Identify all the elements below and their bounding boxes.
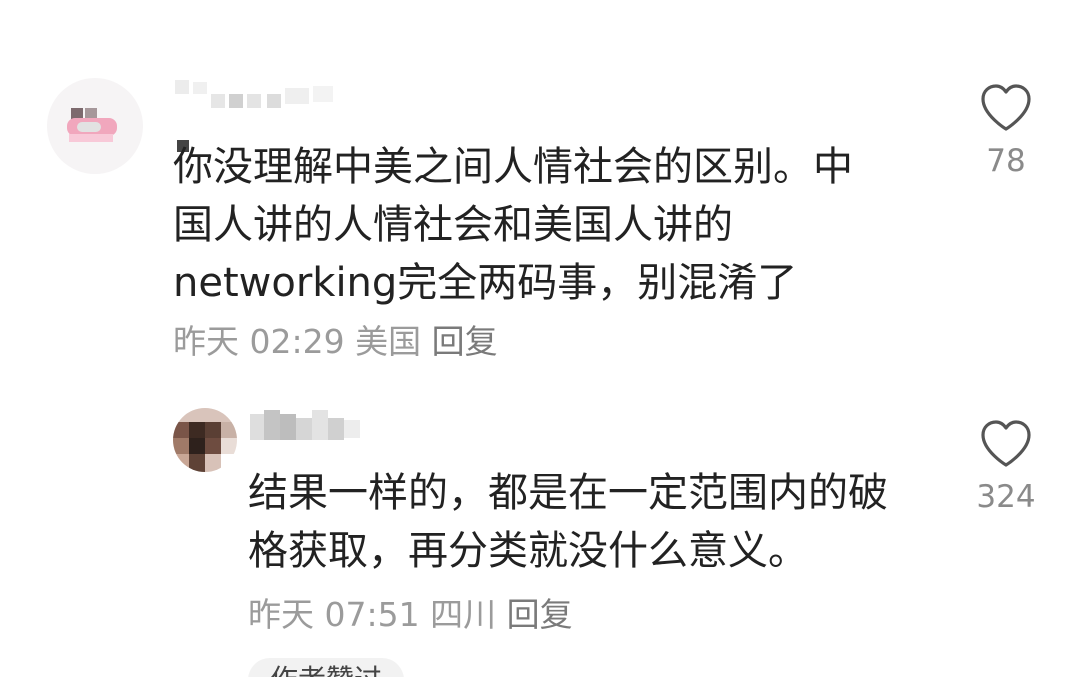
comment-2-time: 昨天 07:51: [248, 595, 420, 634]
heart-outline-icon: [981, 84, 1031, 131]
heart-outline-icon: [981, 420, 1031, 467]
comment-2-location: 四川: [430, 595, 497, 634]
comment-2-meta: 昨天 07:51 四川 回复: [248, 595, 573, 635]
comment-2-like-count: 324: [976, 479, 1036, 515]
comment-1-location: 美国: [355, 322, 422, 361]
comment-2-text[interactable]: 结果一样的，都是在一定范围内的破 格获取，再分类就没什么意义。: [248, 464, 938, 580]
comment-1-like-button[interactable]: 78: [966, 82, 1046, 180]
comment-2-username[interactable]: [250, 410, 365, 444]
comment-1-reply-button[interactable]: 回复: [432, 322, 498, 361]
comment-1-like-count: 78: [986, 143, 1026, 179]
comment-1-text[interactable]: 你没理解中美之间人情社会的区别。中 国人讲的人情社会和美国人讲的 network…: [173, 138, 933, 312]
comment-2-avatar[interactable]: [173, 408, 237, 472]
comment-2-reply-button[interactable]: 回复: [507, 595, 573, 634]
comment-1-avatar[interactable]: [47, 78, 143, 174]
comment-1-time: 昨天 02:29: [173, 322, 345, 361]
comment-1-meta: 昨天 02:29 美国 回复: [173, 322, 498, 362]
comments-page: 你没理解中美之间人情社会的区别。中 国人讲的人情社会和美国人讲的 network…: [0, 0, 1080, 677]
comment-1-username[interactable]: [175, 80, 335, 110]
author-liked-chip[interactable]: 作者赞过: [248, 658, 405, 677]
comment-2-like-button[interactable]: 324: [966, 418, 1046, 516]
